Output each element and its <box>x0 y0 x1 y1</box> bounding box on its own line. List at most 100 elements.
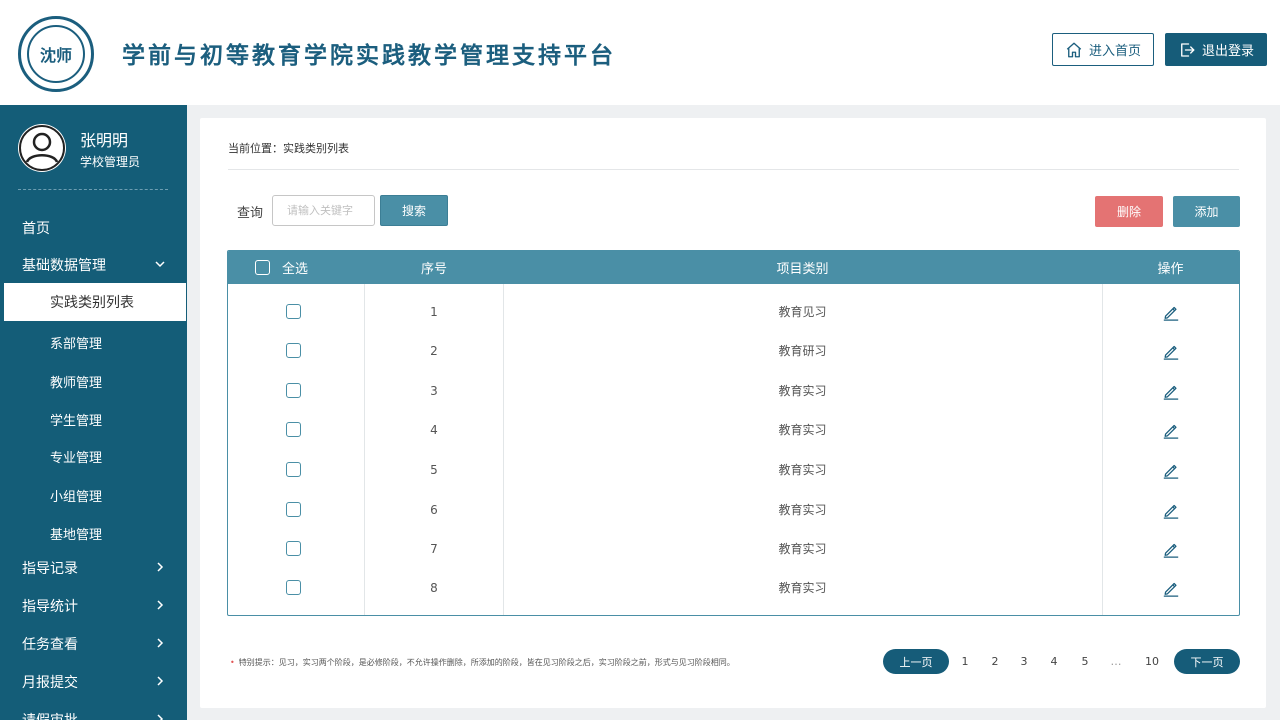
prev-page-button[interactable]: 上一页 <box>883 649 949 674</box>
chevron-right-icon <box>157 562 164 572</box>
logo-text: 沈师 <box>39 46 72 65</box>
row-category: 教育实习 <box>778 542 827 556</box>
row-checkbox[interactable] <box>286 580 301 595</box>
row-checkbox[interactable] <box>286 383 301 398</box>
sidebar-subitem-departments[interactable]: 系部管理 <box>0 325 187 359</box>
row-checkbox[interactable] <box>286 304 301 319</box>
row-checkbox[interactable] <box>286 343 301 358</box>
sidebar-subitem-teachers[interactable]: 教师管理 <box>0 364 187 398</box>
sidebar-item-monthly-report[interactable]: 月报提交 <box>0 665 187 699</box>
table-row: 4 教育实习 <box>228 410 1239 449</box>
edit-pencil-icon[interactable] <box>1162 461 1180 479</box>
page-2[interactable]: 2 <box>985 649 1005 674</box>
row-checkbox[interactable] <box>286 541 301 556</box>
sidebar-subitem-practice-category[interactable]: 实践类别列表 <box>4 283 186 321</box>
site-title: 学前与初等教育学院实践教学管理支持平台 <box>122 43 616 69</box>
edit-pencil-icon[interactable] <box>1162 303 1180 321</box>
page-1[interactable]: 1 <box>955 649 975 674</box>
row-checkbox[interactable] <box>286 502 301 517</box>
sidebar-subitem-groups[interactable]: 小组管理 <box>0 478 187 512</box>
logout-button-label: 退出登录 <box>1201 44 1254 59</box>
sidebar-subitem-majors[interactable]: 专业管理 <box>0 439 187 473</box>
row-index: 1 <box>430 304 438 319</box>
bullet-dot-icon: • <box>230 658 235 667</box>
row-category: 教育实习 <box>778 384 827 398</box>
edit-pencil-icon[interactable] <box>1162 342 1180 360</box>
user-name: 张明明 <box>80 131 129 150</box>
page-5[interactable]: 5 <box>1075 649 1095 674</box>
main-panel: 当前位置：实践类别列表 查询 搜索 删除 添加 全选 序号 项目类别 操作 1 教… <box>200 118 1266 708</box>
category-table: 全选 序号 项目类别 操作 1 教育见习 2 教育研习 3 教育实习 4 教育实习 5 教育实习 6… <box>227 250 1240 616</box>
sidebar-item-guidance-stats[interactable]: 指导统计 <box>0 589 187 623</box>
page-10[interactable]: 10 <box>1142 649 1162 674</box>
category-header: 项目类别 <box>776 262 829 277</box>
row-checkbox[interactable] <box>286 422 301 437</box>
logout-button[interactable]: 退出登录 <box>1165 33 1267 66</box>
chevron-right-icon <box>157 676 164 686</box>
row-index: 6 <box>430 502 438 517</box>
row-index: 7 <box>430 541 438 556</box>
sidebar-item-basic-data[interactable]: 基础数据管理 <box>0 248 187 282</box>
app-header: 沈师 学前与初等教育学院实践教学管理支持平台 进入首页 退出登录 <box>0 0 1280 105</box>
table-row: 8 教育实习 <box>228 568 1239 607</box>
breadcrumb: 当前位置：实践类别列表 <box>228 142 349 155</box>
page-3[interactable]: 3 <box>1014 649 1034 674</box>
page-ellipsis: … <box>1110 655 1122 668</box>
page-4[interactable]: 4 <box>1044 649 1064 674</box>
logout-icon <box>1181 42 1195 57</box>
chevron-right-icon <box>157 714 164 720</box>
row-checkbox[interactable] <box>286 462 301 477</box>
user-role: 学校管理员 <box>80 155 141 169</box>
table-row: 3 教育实习 <box>228 371 1239 410</box>
row-index: 2 <box>430 343 438 358</box>
row-category: 教育研习 <box>778 344 827 358</box>
sidebar-subitem-students[interactable]: 学生管理 <box>0 402 187 436</box>
sidebar-item-guidance-records[interactable]: 指导记录 <box>0 551 187 585</box>
table-row: 1 教育见习 <box>228 292 1239 331</box>
row-category: 教育实习 <box>778 503 827 517</box>
table-row: 6 教育实习 <box>228 490 1239 529</box>
row-index: 5 <box>430 462 438 477</box>
delete-button[interactable]: 删除 <box>1095 196 1163 227</box>
add-button[interactable]: 添加 <box>1173 196 1240 227</box>
sidebar-item-home[interactable]: 首页 <box>0 211 187 245</box>
actions-header: 操作 <box>1157 262 1184 277</box>
search-input[interactable] <box>272 195 375 226</box>
sidebar: 张明明 学校管理员 首页 基础数据管理 实践类别列表 系部管理 教师管理 学生管… <box>0 105 187 720</box>
row-category: 教育实习 <box>778 581 827 595</box>
home-button[interactable]: 进入首页 <box>1052 33 1154 66</box>
home-button-label: 进入首页 <box>1088 44 1141 59</box>
row-category: 教育实习 <box>778 423 827 437</box>
edit-pencil-icon[interactable] <box>1162 421 1180 439</box>
query-label: 查询 <box>237 206 264 221</box>
select-all-header: 全选 <box>255 251 375 284</box>
search-button[interactable]: 搜索 <box>380 195 448 226</box>
sidebar-item-task-view[interactable]: 任务查看 <box>0 627 187 661</box>
row-category: 教育实习 <box>778 463 827 477</box>
sidebar-subitem-bases[interactable]: 基地管理 <box>0 516 187 550</box>
chevron-down-icon <box>155 261 165 268</box>
select-all-checkbox[interactable] <box>255 260 270 275</box>
sidebar-item-leave-approval[interactable]: 请假审批 <box>0 703 187 720</box>
special-note: • 特别提示：见习，实习两个阶段，是必修阶段，不允许操作删除，所添加的阶段，皆在见… <box>230 658 735 667</box>
index-header: 序号 <box>420 262 447 277</box>
edit-pencil-icon[interactable] <box>1162 382 1180 400</box>
row-index: 4 <box>430 422 438 437</box>
chevron-right-icon <box>157 600 164 610</box>
table-row: 7 教育实习 <box>228 529 1239 568</box>
table-row: 5 教育实习 <box>228 450 1239 489</box>
university-logo: 沈师 <box>18 16 94 92</box>
row-index: 8 <box>430 580 438 595</box>
table-row: 2 教育研习 <box>228 331 1239 370</box>
edit-pencil-icon[interactable] <box>1162 501 1180 519</box>
user-avatar-icon <box>18 124 66 172</box>
row-index: 3 <box>430 383 438 398</box>
edit-pencil-icon[interactable] <box>1162 579 1180 597</box>
sidebar-divider <box>18 189 168 190</box>
edit-pencil-icon[interactable] <box>1162 540 1180 558</box>
chevron-right-icon <box>157 638 164 648</box>
row-category: 教育见习 <box>778 305 827 319</box>
table-header: 全选 序号 项目类别 操作 <box>228 251 1239 284</box>
home-icon <box>1066 42 1082 57</box>
next-page-button[interactable]: 下一页 <box>1174 649 1240 674</box>
